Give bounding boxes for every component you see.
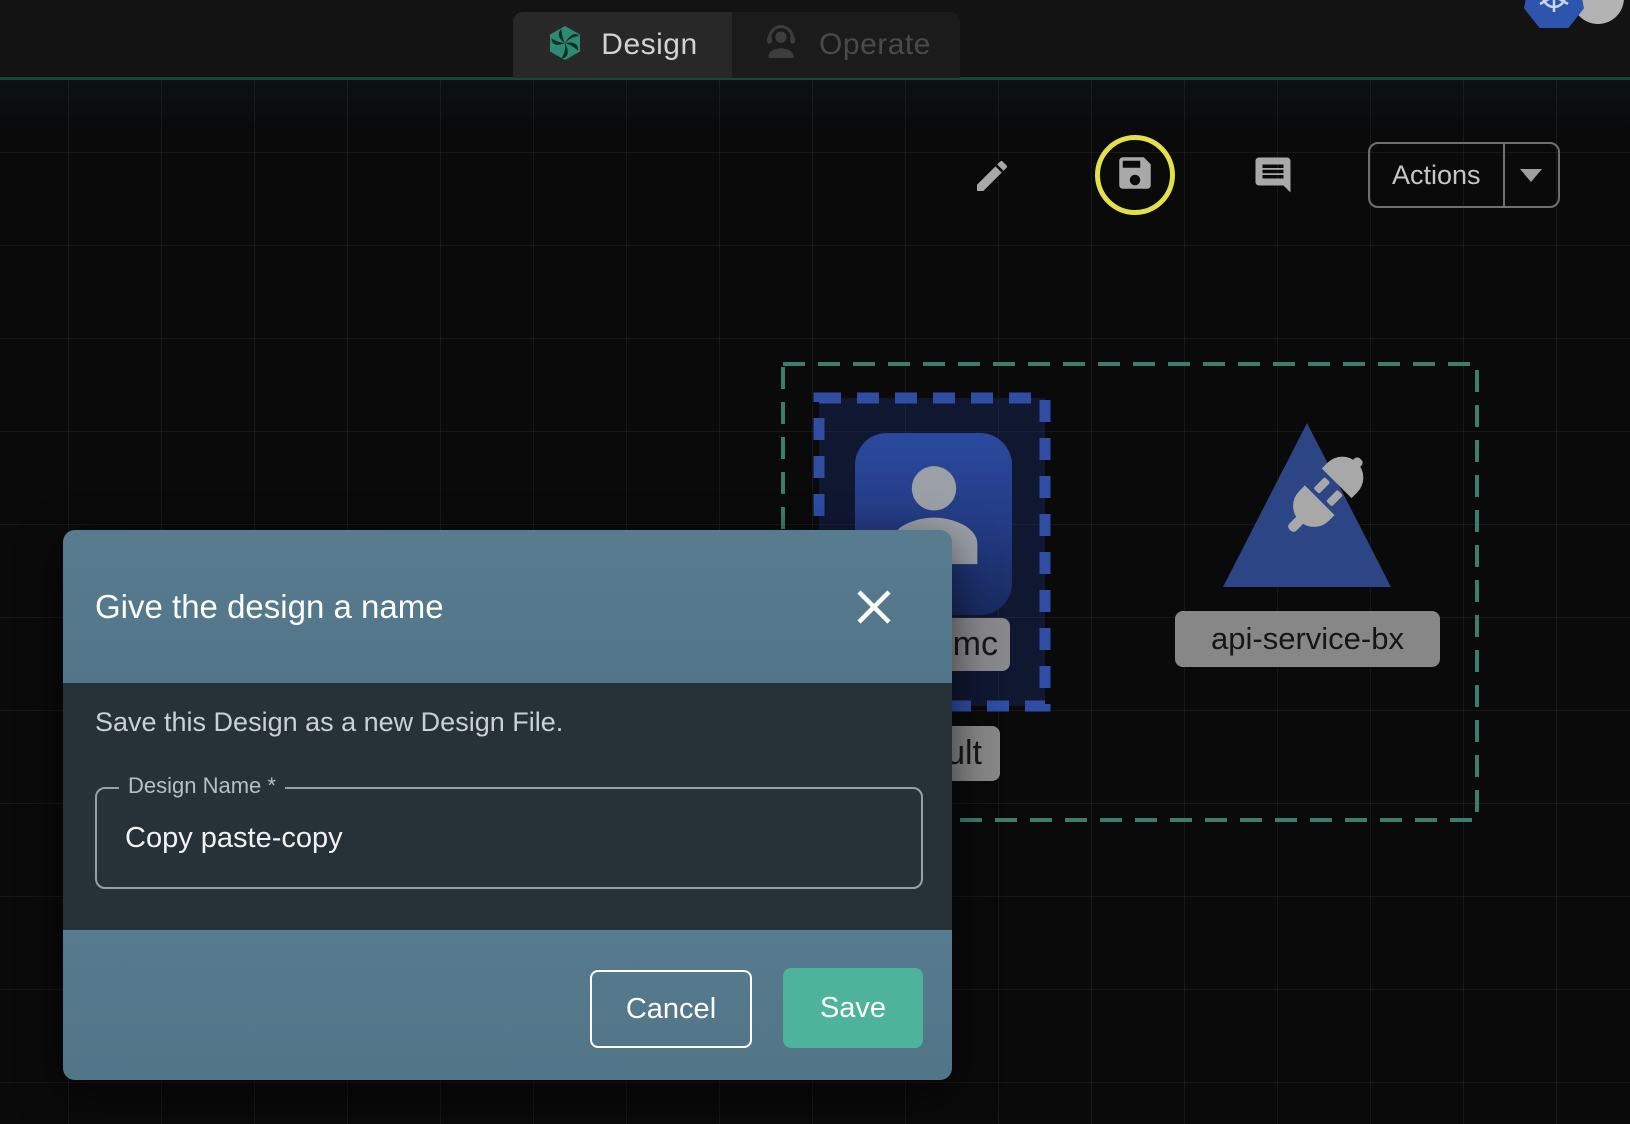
design-name-field: Design Name * — [95, 787, 923, 889]
dialog-title: Give the design a name — [95, 588, 444, 626]
dialog-footer: Cancel Save — [63, 930, 952, 1080]
design-name-input[interactable] — [125, 789, 895, 887]
save-floppy-icon — [1114, 152, 1156, 199]
save-design-dialog: Give the design a name Save this Design … — [63, 530, 952, 1080]
dialog-description: Save this Design as a new Design File. — [95, 707, 563, 738]
comment-button[interactable] — [1252, 154, 1294, 201]
dialog-body: Save this Design as a new Design File. D… — [63, 683, 952, 930]
app-window: Design Operate — [0, 0, 1630, 1124]
node-label-api-service[interactable]: api-service-bx — [1175, 611, 1440, 667]
mode-tab-group: Design Operate — [513, 12, 960, 78]
actions-split-button: Actions — [1368, 142, 1560, 208]
api-service-node[interactable] — [1217, 417, 1397, 593]
tab-operate[interactable]: Operate — [732, 12, 960, 78]
cancel-button[interactable]: Cancel — [590, 970, 752, 1048]
chevron-down-icon — [1520, 169, 1542, 182]
tab-design[interactable]: Design — [513, 12, 732, 78]
close-button[interactable] — [850, 583, 898, 631]
close-icon — [853, 586, 895, 628]
save-button-highlight-ring[interactable] — [1095, 135, 1175, 215]
dialog-header: Give the design a name — [63, 530, 952, 683]
actions-button[interactable]: Actions — [1370, 144, 1503, 206]
save-button[interactable]: Save — [783, 968, 923, 1048]
tab-operate-label: Operate — [819, 28, 931, 62]
top-navbar: Design Operate — [0, 0, 1630, 80]
tab-design-label: Design — [601, 28, 697, 62]
edit-pencil-button[interactable] — [972, 156, 1012, 201]
operator-headset-icon — [761, 23, 801, 68]
meshery-logo-icon — [547, 25, 583, 66]
actions-dropdown-toggle[interactable] — [1503, 144, 1558, 206]
